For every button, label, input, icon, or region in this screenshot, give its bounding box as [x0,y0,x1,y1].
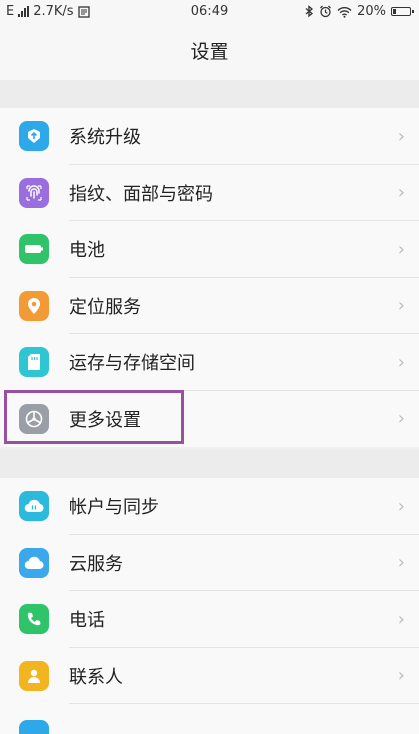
storage-icon [19,347,49,378]
chevron-right-icon: › [397,238,405,260]
page-title: 设置 [0,24,419,80]
settings-item-label: 运存与存储空间 [69,353,195,375]
settings-item-label: 系统升级 [69,127,141,149]
phone-icon [19,604,49,635]
fingerprint-icon [19,177,49,208]
status-bar: E 2.7K/s 06:49 20% [0,0,419,24]
app-icon [19,720,49,734]
battery-percent: 20% [357,4,386,19]
chevron-right-icon: › [397,495,405,517]
chevron-right-icon: › [397,351,405,373]
chevron-right-icon: › [397,182,405,204]
battery-icon [19,234,49,265]
section-divider [0,80,419,108]
settings-item-label: 定位服务 [69,296,141,318]
battery-status-icon [391,7,414,16]
account-sync-icon [19,491,49,522]
settings-item-label: 电话 [69,610,105,632]
wifi-icon [337,6,352,18]
settings-item-system-update[interactable]: 系统升级 › [0,108,419,165]
chevron-right-icon: › [397,295,405,317]
status-right: 20% [305,4,414,19]
chevron-right-icon: › [397,608,405,630]
settings-item-label: 联系人 [69,666,123,688]
settings-item-label: 电池 [69,240,105,262]
chevron-right-icon: › [397,125,405,147]
system-update-icon [19,121,49,152]
alarm-icon [320,5,332,18]
settings-group-2: 帐户与同步 › 云服务 › 电话 › 联系人 › [0,478,419,734]
section-divider [0,450,419,478]
settings-item-storage[interactable]: 运存与存储空间 › [0,334,419,391]
chevron-right-icon: › [397,408,405,430]
settings-item-partial[interactable] [0,704,419,734]
chevron-right-icon: › [397,552,405,574]
contacts-icon [19,660,49,691]
chevron-right-icon: › [397,665,405,687]
settings-item-label: 帐户与同步 [69,497,159,519]
settings-item-battery[interactable]: 电池 › [0,221,419,278]
bluetooth-icon [305,5,314,18]
settings-item-fingerprint[interactable]: 指纹、面部与密码 › [0,165,419,221]
settings-item-account-sync[interactable]: 帐户与同步 › [0,478,419,535]
settings-item-phone[interactable]: 电话 › [0,591,419,648]
settings-item-location[interactable]: 定位服务 › [0,278,419,334]
settings-item-label: 云服务 [69,553,123,575]
location-icon [19,290,49,321]
settings-item-cloud-service[interactable]: 云服务 › [0,535,419,591]
settings-item-label: 指纹、面部与密码 [69,183,213,205]
settings-item-contacts[interactable]: 联系人 › [0,648,419,704]
cloud-service-icon [19,547,49,578]
highlight-box [4,390,184,444]
